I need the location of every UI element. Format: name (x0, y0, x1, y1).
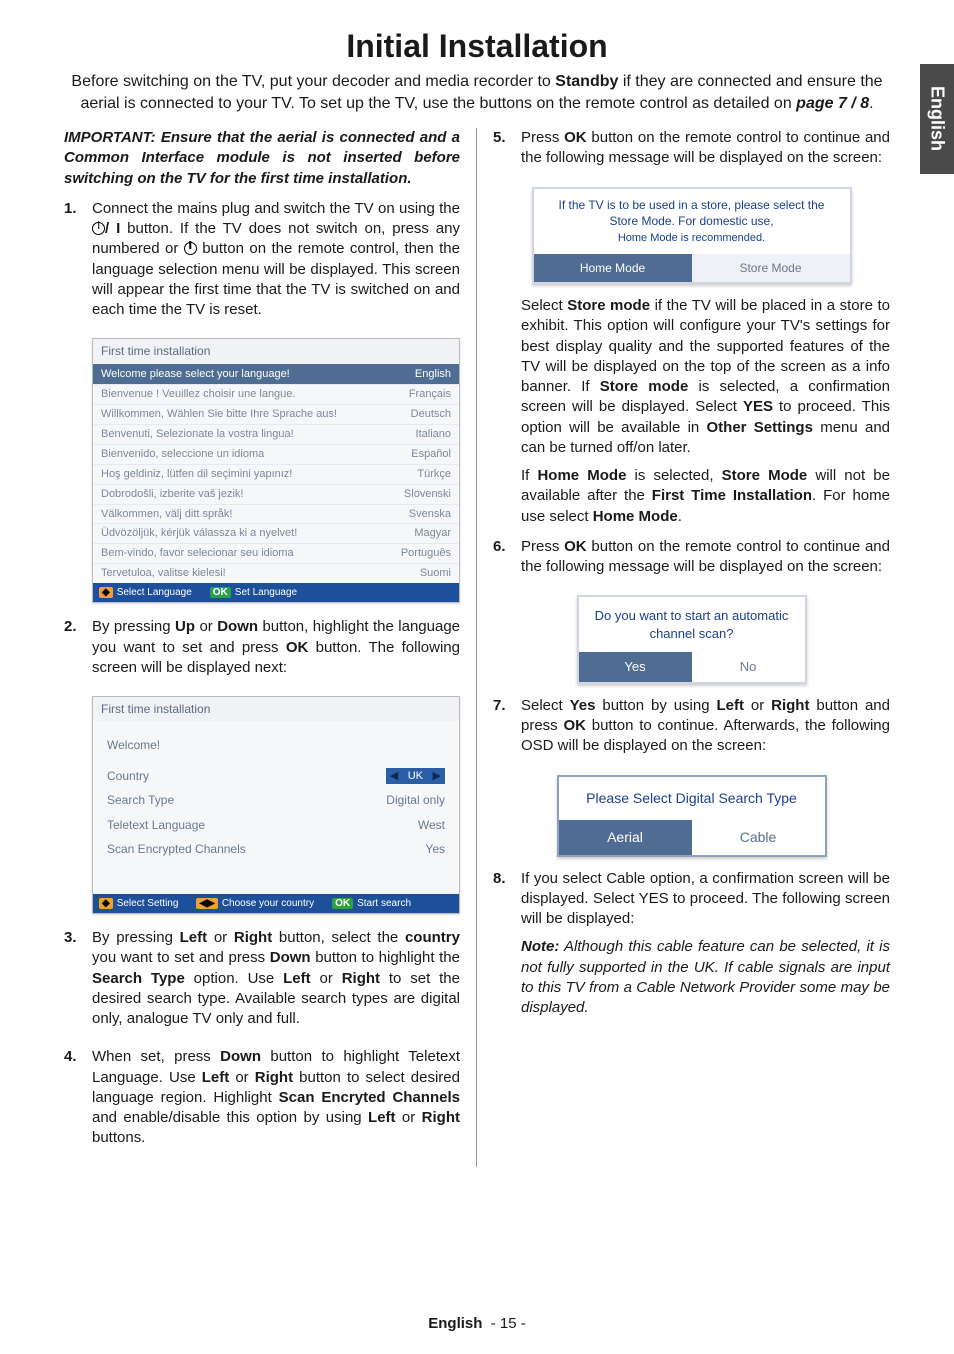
aerial-button[interactable]: Aerial (559, 820, 692, 855)
country-selector[interactable]: UK (386, 768, 445, 785)
step-4: 4. When set, press Down button to highli… (64, 1047, 460, 1156)
power-icon (92, 222, 105, 235)
screenshot-language-select: First time installation Welcome please s… (92, 338, 460, 603)
side-tab-label: English (927, 86, 948, 151)
right-column: 5. Press OK button on the remote control… (477, 128, 898, 1166)
step-5: 5. Press OK button on the remote control… (493, 128, 890, 177)
screenshot-country-settings: First time installation Welcome! Country… (92, 696, 460, 914)
step-2: 2. By pressing Up or Down button, highli… (64, 617, 460, 686)
standby-icon (184, 242, 197, 255)
home-mode-button[interactable]: Home Mode (534, 254, 692, 282)
step-7: 7. Select Yes button by using Left or Ri… (493, 696, 890, 765)
step-1: 1. Connect the mains plug and switch the… (64, 199, 460, 329)
step-8: 8. If you select Cable option, a confirm… (493, 869, 890, 1027)
scan-no-button[interactable]: No (692, 652, 805, 682)
scan-yes-button[interactable]: Yes (579, 652, 692, 682)
important-notice: IMPORTANT: Ensure that the aerial is con… (64, 128, 460, 189)
store-mode-button[interactable]: Store Mode (692, 254, 850, 282)
intro-text: Before switching on the TV, put your dec… (56, 71, 898, 128)
screenshot-scan-prompt: Do you want to start an automatic channe… (577, 595, 807, 684)
page-footer: English - 15 - (0, 1315, 954, 1332)
screenshot-search-type: Please Select Digital Search Type Aerial… (557, 775, 827, 857)
step-3: 3. By pressing Left or Right button, sel… (64, 928, 460, 1037)
cable-button[interactable]: Cable (692, 820, 825, 855)
step-6: 6. Press OK button on the remote control… (493, 537, 890, 586)
language-side-tab: English (920, 64, 954, 174)
page-title: Initial Installation (56, 28, 898, 65)
screenshot-mode-select: If the TV is to be used in a store, plea… (532, 187, 852, 284)
left-column: IMPORTANT: Ensure that the aerial is con… (56, 128, 477, 1166)
